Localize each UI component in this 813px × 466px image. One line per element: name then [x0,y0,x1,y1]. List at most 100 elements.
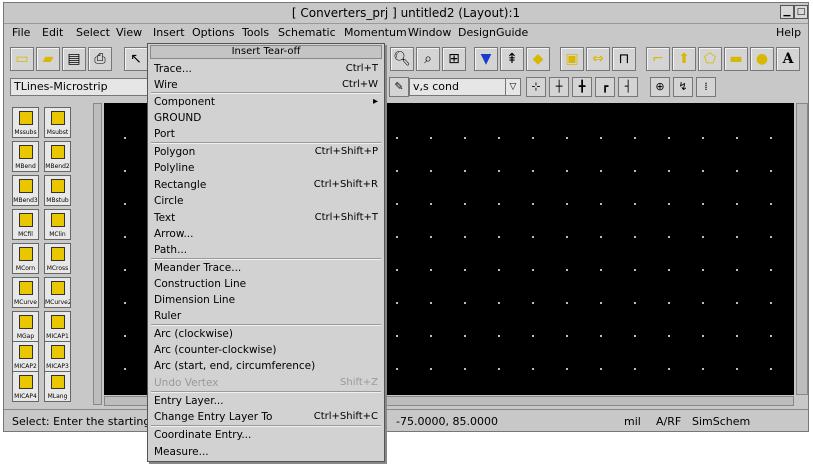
menu-file[interactable]: File [12,26,30,39]
palette-item[interactable]: MCross [44,243,71,274]
grid-dot [600,137,602,139]
grid-dot [124,236,126,238]
pop-up-icon[interactable]: ⇞ [500,47,524,71]
grid-dot [124,137,126,139]
arrow-shape-icon[interactable]: ⬆ [672,47,696,71]
menu-view[interactable]: View [116,26,142,39]
maximize-button[interactable]: □ [794,5,808,19]
menu-designguide[interactable]: DesignGuide [458,26,528,39]
palette-item[interactable]: MBend2 [44,141,71,172]
select-pointer-icon[interactable]: ↖ [124,47,148,71]
menu-select[interactable]: Select [76,26,110,39]
palette-item[interactable]: MCurve [12,277,39,308]
snap-pin-icon[interactable]: ↯ [673,77,693,97]
component-icon [19,375,33,389]
menu-item[interactable]: Trace... Ctrl+T [154,61,380,77]
palette-item[interactable]: MBstub [44,175,71,206]
menu-item[interactable]: Arc (counter-clockwise) [154,342,380,358]
vertical-scrollbar[interactable] [796,103,808,395]
port-icon[interactable]: ▣ [560,47,584,71]
menu-item[interactable]: Wire Ctrl+W [154,77,380,93]
insert-menu: Insert Tear-off Trace... Ctrl+T Wire Ctrl+W… [147,43,385,462]
menu-item[interactable]: Arrow... [154,226,380,242]
palette-item[interactable]: MCfil [12,209,39,240]
zoom-area-icon[interactable]: ⌕ [416,47,440,71]
circle-icon[interactable]: ● [750,47,774,71]
palette-item[interactable]: MClin [44,209,71,240]
menu-item[interactable]: GROUND [154,110,380,126]
grid-dot [498,368,500,370]
pencil-icon[interactable]: ✎ [389,77,409,97]
menu-item[interactable]: Entry Layer... [154,393,380,409]
menu-item[interactable]: Ruler [154,308,380,324]
grid-dot [124,203,126,205]
menu-item[interactable]: Path... [154,242,380,258]
minimize-button[interactable]: ▁ [780,5,794,19]
menu-item[interactable]: Text Ctrl+Shift+T [154,210,380,226]
menu-item[interactable]: Polyline [154,160,380,176]
zoom-fit-icon[interactable]: ⊞ [442,47,466,71]
snap-vertex-icon[interactable]: ┤ [618,77,638,97]
snap-center-icon[interactable]: ⊕ [650,77,670,97]
open-folder-icon[interactable]: ▰ [36,47,60,71]
condition-field[interactable]: v,s cond ▽ [409,78,521,96]
palette-item[interactable]: Msubst [44,107,71,138]
snap-grid-toggle-icon[interactable]: ⁞ [696,77,716,97]
palette-scrollbar[interactable] [93,103,102,405]
trace-icon[interactable]: ⌐ [646,47,670,71]
new-file-icon[interactable]: ▭ [10,47,34,71]
menu-item[interactable]: Circle [154,193,380,209]
palette-item[interactable]: MICAP2 [12,341,39,372]
print-icon[interactable]: ⎙ [88,47,112,71]
palette-item[interactable]: MICAP4 [12,371,39,402]
menu-edit[interactable]: Edit [42,26,63,39]
menu-item[interactable]: Coordinate Entry... [154,427,380,443]
simulate-icon[interactable]: ◆ [526,47,550,71]
menu-schematic[interactable]: Schematic [278,26,336,39]
menu-item[interactable]: Rectangle Ctrl+Shift+R [154,177,380,193]
text-icon[interactable]: A [776,47,800,71]
zoom-in-icon[interactable]: 🔍︎ [390,47,414,71]
chevron-down-icon[interactable]: ▽ [505,79,520,95]
menu-insert[interactable]: Insert [153,26,185,39]
snap-midpoint-icon[interactable]: ┼ [549,77,569,97]
menu-item[interactable]: Construction Line [154,276,380,292]
menu-item[interactable]: Undo Vertex Shift+Z [154,375,380,391]
tline-icon[interactable]: ⇔ [586,47,610,71]
menu-help[interactable]: Help [776,26,801,39]
menu-tools[interactable]: Tools [242,26,269,39]
tearoff-handle[interactable]: Insert Tear-off [150,45,382,59]
menu-momentum[interactable]: Momentum [344,26,407,39]
menu-item[interactable]: Dimension Line [154,292,380,308]
menu-item[interactable]: Measure... [154,444,380,460]
menu-item[interactable]: Arc (clockwise) [154,326,380,342]
grid-dot [634,137,636,139]
palette-item[interactable]: MCorn [12,243,39,274]
menu-item[interactable]: Port [154,126,380,142]
palette-item[interactable]: MGap [12,311,39,342]
palette-item[interactable]: Mssubs [12,107,39,138]
palette-item[interactable]: MLang [44,371,71,402]
menu-item-shortcut: Ctrl+Shift+P [314,146,378,157]
menu-item[interactable]: Change Entry Layer To Ctrl+Shift+C [154,409,380,425]
palette-item[interactable]: MBend3 [12,175,39,206]
palette-item[interactable]: MICAP1 [44,311,71,342]
snap-grid-icon[interactable]: ⊹ [526,77,546,97]
palette-selector[interactable]: TLines-Microstrip [10,78,150,96]
menu-item[interactable]: Arc (start, end, circumference) [154,358,380,374]
save-icon[interactable]: ▤ [62,47,86,71]
rectangle-icon[interactable]: ▬ [724,47,748,71]
menu-options[interactable]: Options [192,26,234,39]
snap-intersection-icon[interactable]: ╋ [572,77,592,97]
menu-item[interactable]: Polygon Ctrl+Shift+P [154,144,380,160]
palette-item[interactable]: MCurve2 [44,277,71,308]
palette-item[interactable]: MICAP3 [44,341,71,372]
polygon-icon[interactable]: ⬠ [698,47,722,71]
snap-edge-icon[interactable]: ┏ [595,77,615,97]
menu-item[interactable]: Component ▸ [154,94,380,110]
via-icon[interactable]: ⊓ [612,47,636,71]
palette-item[interactable]: MBend [12,141,39,172]
push-down-icon[interactable]: ▼ [474,47,498,71]
menu-item[interactable]: Meander Trace... [154,260,380,276]
menu-window[interactable]: Window [408,26,451,39]
